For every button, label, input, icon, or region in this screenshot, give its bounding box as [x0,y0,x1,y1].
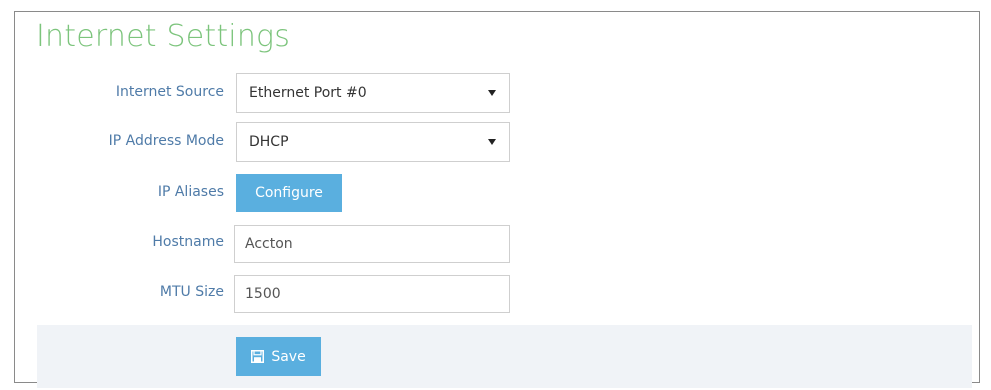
ip-address-mode-select[interactable]: DHCP [236,122,510,162]
form-footer [37,325,972,388]
page-title: Internet Settings [36,19,291,54]
internet-source-label: Internet Source [115,84,224,100]
configure-button[interactable]: Configure [236,174,342,212]
dropdown-arrow-icon [488,139,496,145]
ip-aliases-label: IP Aliases [157,184,224,200]
mtu-size-field[interactable] [234,275,510,313]
save-button[interactable]: Save [236,337,321,376]
floppy-disk-icon [251,350,265,363]
dropdown-arrow-icon [488,90,496,96]
internet-source-value: Ethernet Port #0 [249,85,367,101]
save-button-label: Save [271,348,306,365]
mtu-size-label: MTU Size [159,284,224,300]
ip-address-mode-value: DHCP [249,134,289,150]
ip-address-mode-label: IP Address Mode [108,133,224,149]
hostname-field[interactable] [234,225,510,263]
hostname-label: Hostname [152,234,224,250]
internet-source-select[interactable]: Ethernet Port #0 [236,73,510,113]
